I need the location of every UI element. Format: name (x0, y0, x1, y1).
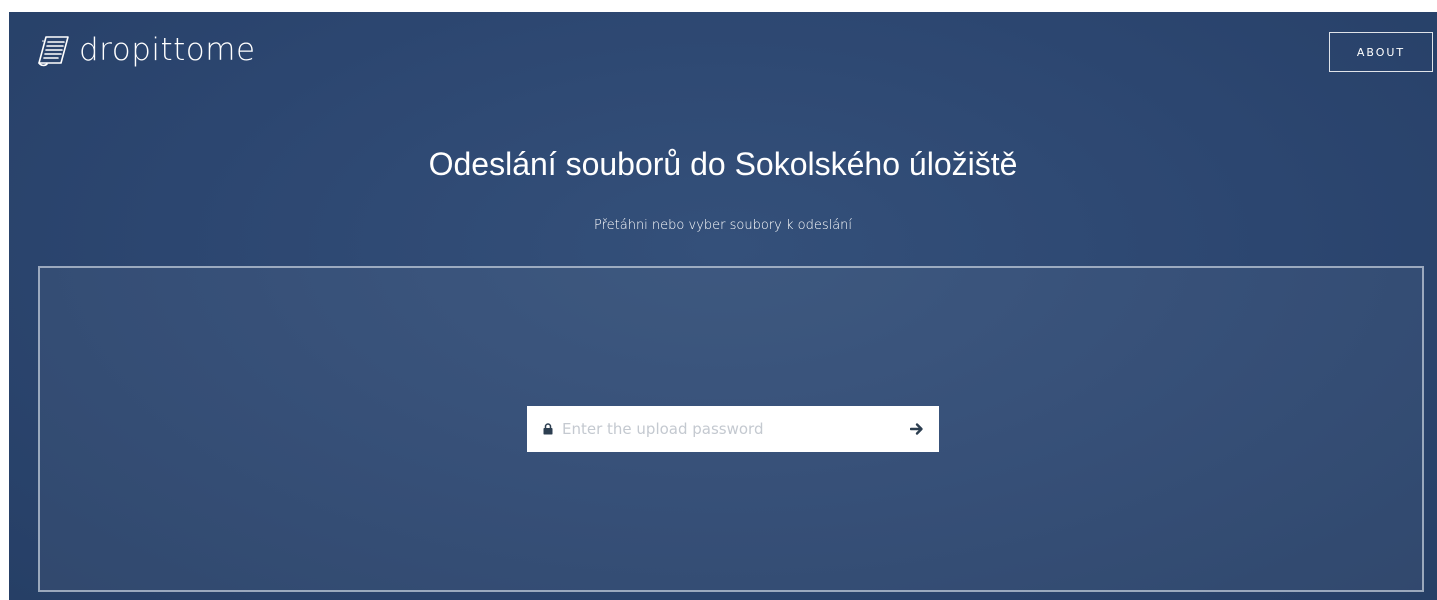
logo-text: dropittome (79, 32, 256, 68)
password-input[interactable] (562, 406, 897, 452)
page-title: Odeslání souborů do Sokolského úložiště (428, 146, 1018, 182)
page-subtitle: Přetáhni nebo vyber soubory k odeslání (593, 218, 853, 233)
submit-button[interactable] (897, 406, 937, 452)
paper-stack-icon (38, 36, 69, 67)
upload-dropzone[interactable] (38, 266, 1424, 592)
lock-icon (543, 423, 553, 435)
about-button[interactable]: ABOUT (1329, 32, 1433, 72)
page-background: dropittome ABOUT Odeslání souborů do Sok… (9, 12, 1437, 600)
arrow-right-icon (910, 423, 923, 435)
logo[interactable]: dropittome (37, 30, 256, 70)
password-form (527, 406, 939, 452)
